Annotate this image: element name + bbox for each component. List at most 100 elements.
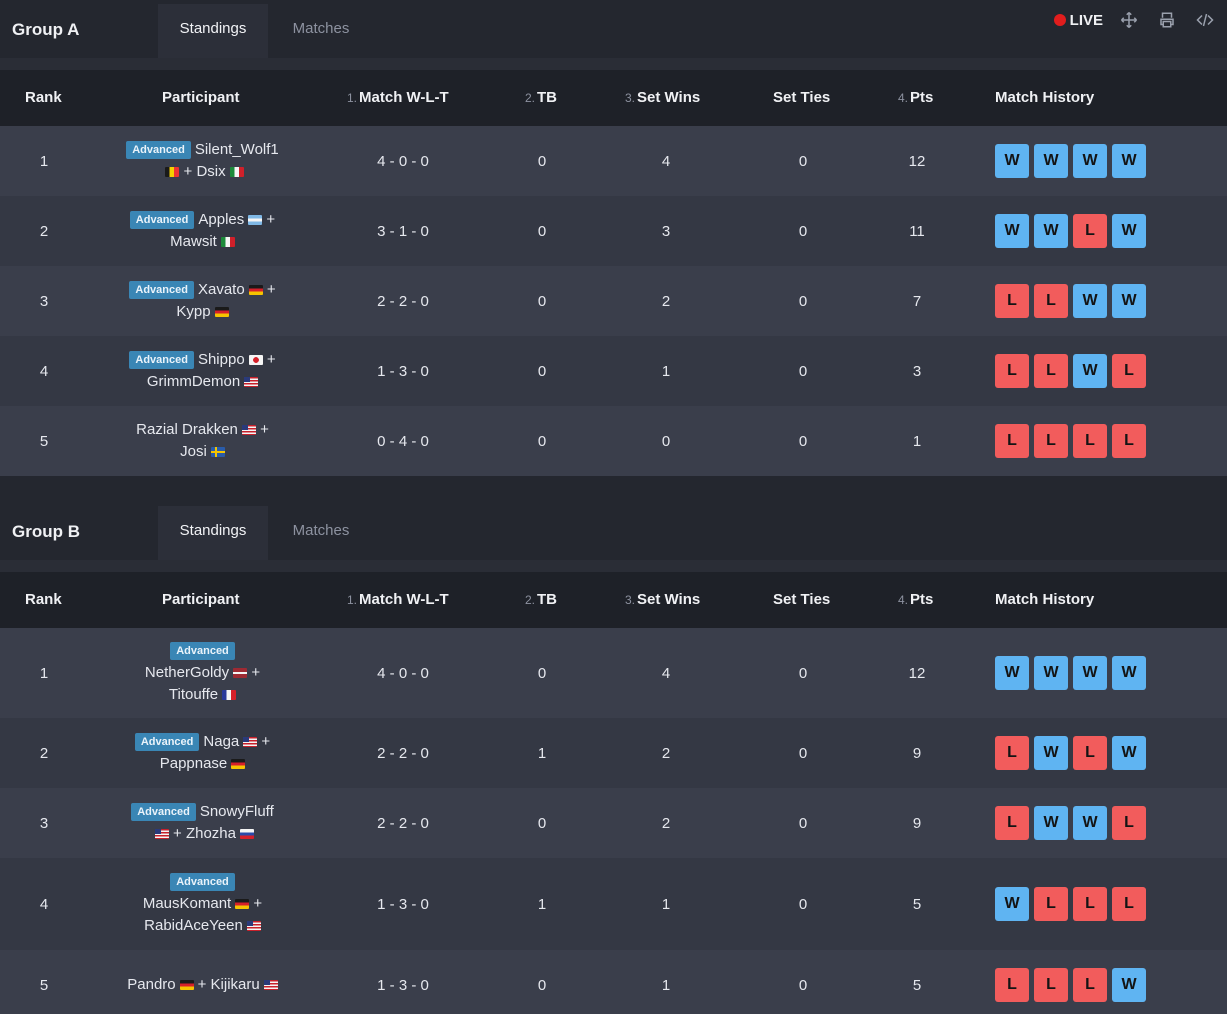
col-set-wins[interactable]: 3. Set Wins — [625, 70, 700, 126]
participant[interactable]: Razial Drakken + Josi — [100, 406, 305, 476]
result-badge[interactable]: L — [1112, 887, 1146, 921]
result-badge[interactable]: W — [1112, 144, 1146, 178]
col-match-wlt[interactable]: 1. Match W-L-T — [347, 572, 449, 628]
result-badge[interactable]: W — [1034, 214, 1068, 248]
result-badge[interactable]: L — [1073, 968, 1107, 1002]
tab-standings[interactable]: Standings — [158, 506, 268, 560]
participant[interactable]: Pandro + Kijikaru — [100, 950, 305, 1014]
participant[interactable]: Advanced SnowyFluff + Zhozha — [100, 788, 305, 858]
table-row[interactable]: 1 Advanced Silent_Wolf1 + Dsix 4 - 0 - 0 … — [0, 126, 1227, 196]
table-row[interactable]: 3 Advanced SnowyFluff + Zhozha 2 - 2 - 0 … — [0, 788, 1227, 858]
points: 5 — [912, 976, 922, 994]
tab-standings[interactable]: Standings — [158, 4, 268, 58]
advanced-badge: Advanced — [131, 803, 196, 821]
result-badge[interactable]: W — [995, 214, 1029, 248]
result-badge[interactable]: W — [1034, 144, 1068, 178]
col-set-ties[interactable]: Set Ties — [773, 70, 830, 126]
col-rank[interactable]: Rank — [25, 572, 62, 628]
table-row[interactable]: 2 Advanced Apples + Mawsit 3 - 1 - 0 0 3 … — [0, 196, 1227, 266]
result-badge[interactable]: W — [1034, 656, 1068, 690]
rank: 5 — [39, 432, 49, 450]
col-set-ties[interactable]: Set Ties — [773, 572, 830, 628]
col-pts[interactable]: 4. Pts — [898, 572, 933, 628]
col-pts[interactable]: 4. Pts — [898, 70, 933, 126]
result-badge[interactable]: W — [1112, 968, 1146, 1002]
table-row[interactable]: 5 Pandro + Kijikaru 1 - 3 - 0 0 1 0 5 L L… — [0, 950, 1227, 1014]
player-name: SnowyFluff — [199, 803, 274, 820]
result-badge[interactable]: L — [995, 424, 1029, 458]
live-label: LIVE — [1069, 11, 1103, 29]
col-rank[interactable]: Rank — [25, 70, 62, 126]
result-badge[interactable]: W — [995, 144, 1029, 178]
result-badge[interactable]: L — [1112, 806, 1146, 840]
result-badge[interactable]: L — [1034, 424, 1068, 458]
result-badge[interactable]: W — [1073, 656, 1107, 690]
result-badge[interactable]: L — [1034, 354, 1068, 388]
result-badge[interactable]: L — [1073, 424, 1107, 458]
tab-matches[interactable]: Matches — [276, 4, 366, 58]
advanced-badge: Advanced — [170, 642, 235, 660]
points: 3 — [912, 362, 922, 380]
group-title: Group A — [12, 20, 80, 39]
result-badge[interactable]: L — [995, 736, 1029, 770]
table-row[interactable]: 4 Advanced Shippo + GrimmDemon 1 - 3 - 0 … — [0, 336, 1227, 406]
live-dot-icon — [1053, 14, 1066, 26]
result-badge[interactable]: W — [1112, 736, 1146, 770]
result-badge[interactable]: L — [995, 284, 1029, 318]
participant[interactable]: Advanced Xavato + Kypp — [100, 266, 305, 336]
result-badge[interactable]: L — [1034, 284, 1068, 318]
result-badge[interactable]: L — [1112, 354, 1146, 388]
result-badge[interactable]: L — [1073, 887, 1107, 921]
set-ties: 0 — [798, 222, 808, 240]
participant[interactable]: Advanced Naga + Pappnase — [100, 718, 305, 788]
result-badge[interactable]: L — [995, 806, 1029, 840]
embed-code-icon[interactable] — [1193, 8, 1217, 32]
col-participant[interactable]: Participant — [162, 572, 240, 628]
tb: 0 — [537, 664, 547, 682]
rank: 2 — [39, 744, 49, 762]
result-badge[interactable]: W — [1073, 806, 1107, 840]
participant[interactable]: Advanced NetherGoldy + Titouffe — [100, 628, 305, 718]
move-icon[interactable] — [1117, 8, 1141, 32]
result-badge[interactable]: L — [1073, 736, 1107, 770]
result-badge[interactable]: W — [1112, 656, 1146, 690]
participant[interactable]: Advanced Apples + Mawsit — [100, 196, 305, 266]
group-a: Group A Standings Matches LIVE Rank Part… — [0, 0, 1227, 476]
table-row[interactable]: 1 Advanced NetherGoldy + Titouffe 4 - 0 … — [0, 628, 1227, 718]
table-row[interactable]: 2 Advanced Naga + Pappnase 2 - 2 - 0 1 2 … — [0, 718, 1227, 788]
table-row[interactable]: 5 Razial Drakken + Josi 0 - 4 - 0 0 0 0 … — [0, 406, 1227, 476]
result-badge[interactable]: L — [1034, 887, 1068, 921]
col-match-wlt[interactable]: 1. Match W-L-T — [347, 70, 449, 126]
col-tb[interactable]: 2. TB — [525, 572, 557, 628]
col-tb[interactable]: 2. TB — [525, 70, 557, 126]
col-set-wins[interactable]: 3. Set Wins — [625, 572, 700, 628]
result-badge[interactable]: W — [1112, 214, 1146, 248]
match-wlt: 2 - 2 - 0 — [377, 744, 429, 762]
result-badge[interactable]: W — [1073, 284, 1107, 318]
tb: 0 — [537, 222, 547, 240]
participant[interactable]: Advanced MausKomant + RabidAceYeen — [100, 858, 305, 950]
result-badge[interactable]: W — [995, 656, 1029, 690]
result-badge[interactable]: W — [1073, 354, 1107, 388]
table-row[interactable]: 3 Advanced Xavato + Kypp 2 - 2 - 0 0 2 0 … — [0, 266, 1227, 336]
result-badge[interactable]: L — [1112, 424, 1146, 458]
flag-se-icon — [210, 447, 225, 457]
flag-lv-icon — [233, 668, 248, 678]
spacer — [0, 58, 1227, 70]
result-badge[interactable]: L — [995, 354, 1029, 388]
result-badge[interactable]: L — [1073, 214, 1107, 248]
result-badge[interactable]: W — [1034, 806, 1068, 840]
result-badge[interactable]: L — [1034, 968, 1068, 1002]
result-badge[interactable]: W — [995, 887, 1029, 921]
participant[interactable]: Advanced Shippo + GrimmDemon — [100, 336, 305, 406]
result-badge[interactable]: L — [995, 968, 1029, 1002]
result-badge[interactable]: W — [1112, 284, 1146, 318]
table-row[interactable]: 4 Advanced MausKomant + RabidAceYeen 1 -… — [0, 858, 1227, 950]
match-wlt: 2 - 2 - 0 — [377, 814, 429, 832]
print-icon[interactable] — [1155, 8, 1179, 32]
result-badge[interactable]: W — [1073, 144, 1107, 178]
participant[interactable]: Advanced Silent_Wolf1 + Dsix — [100, 126, 305, 196]
tab-matches[interactable]: Matches — [276, 506, 366, 560]
result-badge[interactable]: W — [1034, 736, 1068, 770]
col-participant[interactable]: Participant — [162, 70, 240, 126]
